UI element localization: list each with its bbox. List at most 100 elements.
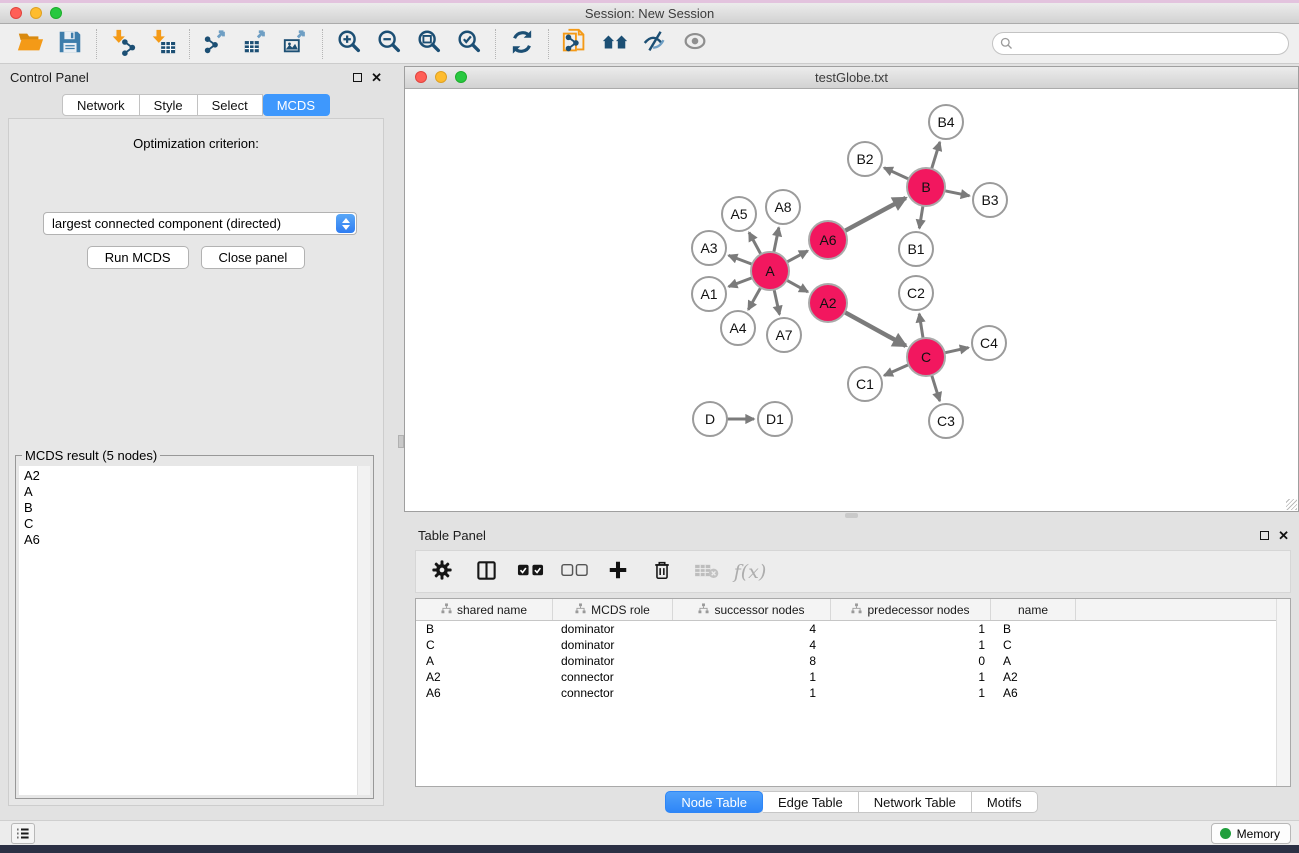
graph-node-A1[interactable]: A1 (691, 276, 727, 312)
graph-node-C3[interactable]: C3 (928, 403, 964, 439)
hide-graphics-details-button[interactable] (635, 27, 675, 61)
network-canvas[interactable]: B4B2BB3B1A5A8A6A3AA1C2A4A7A2CC1C4C3DD1 (405, 89, 1298, 511)
add-column-button[interactable] (600, 555, 636, 589)
graph-edge-A6-B[interactable] (844, 198, 906, 231)
graph-node-A2[interactable]: A2 (808, 283, 848, 323)
settings-gear-button[interactable] (424, 555, 460, 589)
graph-node-A5[interactable]: A5 (721, 196, 757, 232)
import-network-button[interactable] (103, 27, 143, 61)
graph-edge-A-A4[interactable] (748, 287, 761, 310)
graph-node-B2[interactable]: B2 (847, 141, 883, 177)
tab-mcds[interactable]: MCDS (263, 94, 330, 116)
column-header-successor-nodes[interactable]: successor nodes (673, 599, 831, 620)
graph-node-C1[interactable]: C1 (847, 366, 883, 402)
graph-edge-B-B3[interactable] (944, 191, 970, 196)
table-row[interactable]: Bdominator41B (416, 621, 1290, 637)
graph-edge-C-C2[interactable] (919, 314, 923, 339)
zoom-out-button[interactable] (369, 27, 409, 61)
table-cell[interactable]: dominator (553, 637, 673, 653)
graph-edge-B-B2[interactable] (884, 168, 910, 180)
graph-node-B3[interactable]: B3 (972, 182, 1008, 218)
table-cell[interactable]: 4 (673, 621, 831, 637)
table-cell[interactable]: A6 (416, 685, 553, 701)
zoom-window-button[interactable] (50, 7, 62, 19)
float-table-panel-icon[interactable] (1260, 531, 1269, 540)
graph-edge-A2-C[interactable] (844, 312, 906, 346)
graph-edge-C-C4[interactable] (944, 348, 969, 354)
table-cell[interactable]: 1 (831, 637, 991, 653)
graph-node-A7[interactable]: A7 (766, 317, 802, 353)
graph-node-A3[interactable]: A3 (691, 230, 727, 266)
graph-edge-C-C3[interactable] (931, 374, 939, 401)
table-cell[interactable]: C (416, 637, 553, 653)
memory-button[interactable]: Memory (1211, 823, 1291, 844)
mcds-result-item[interactable]: A2 (24, 468, 357, 484)
close-panel-button[interactable]: Close panel (201, 246, 306, 269)
tab-network[interactable]: Network (62, 94, 140, 116)
mcds-result-item[interactable]: A (24, 484, 357, 500)
run-mcds-button[interactable]: Run MCDS (87, 246, 189, 269)
column-layout-button[interactable] (468, 555, 504, 589)
delete-columns-button[interactable] (644, 555, 680, 589)
tab-style[interactable]: Style (140, 94, 198, 116)
first-neighbors-button[interactable] (595, 27, 635, 61)
save-session-button[interactable] (50, 27, 90, 61)
graph-node-C4[interactable]: C4 (971, 325, 1007, 361)
table-cell[interactable]: connector (553, 685, 673, 701)
table-cell[interactable]: 1 (831, 621, 991, 637)
tab-node-table[interactable]: Node Table (665, 791, 763, 813)
open-file-button[interactable] (10, 27, 50, 61)
export-table-button[interactable] (236, 27, 276, 61)
close-window-button[interactable] (10, 7, 22, 19)
network-close-button[interactable] (415, 71, 427, 83)
table-cell[interactable]: 1 (673, 685, 831, 701)
tab-network-table[interactable]: Network Table (859, 791, 972, 813)
criterion-select[interactable]: largest connected component (directed) (43, 212, 357, 235)
export-network-button[interactable] (196, 27, 236, 61)
column-header-mcds-role[interactable]: MCDS role (553, 599, 673, 620)
float-panel-icon[interactable] (353, 73, 362, 82)
zoom-selected-button[interactable] (449, 27, 489, 61)
graph-node-A8[interactable]: A8 (765, 189, 801, 225)
vertical-scrollbar-thumb[interactable] (398, 435, 404, 448)
table-row[interactable]: Adominator80A (416, 653, 1290, 669)
mcds-result-item[interactable]: A6 (24, 532, 357, 548)
search-box[interactable] (992, 32, 1289, 55)
table-cell[interactable]: 0 (831, 653, 991, 669)
close-table-panel-icon[interactable]: ✕ (1278, 531, 1289, 540)
mcds-result-item[interactable]: B (24, 500, 357, 516)
table-cell[interactable]: dominator (553, 653, 673, 669)
graph-node-A[interactable]: A (750, 251, 790, 291)
column-header-predecessor-nodes[interactable]: predecessor nodes (831, 599, 991, 620)
graph-edge-A-A3[interactable] (729, 255, 754, 264)
graph-node-C2[interactable]: C2 (898, 275, 934, 311)
result-list-scrollbar[interactable] (357, 466, 370, 795)
export-image-button[interactable] (276, 27, 316, 61)
table-cell[interactable]: 1 (831, 669, 991, 685)
zoom-in-button[interactable] (329, 27, 369, 61)
table-scrollbar[interactable] (1276, 599, 1290, 786)
graph-edge-B-B4[interactable] (931, 142, 940, 170)
tab-motifs[interactable]: Motifs (972, 791, 1038, 813)
graph-edge-A-A2[interactable] (786, 280, 808, 292)
graph-node-C[interactable]: C (906, 337, 946, 377)
table-cell[interactable]: 8 (673, 653, 831, 669)
close-panel-icon[interactable]: ✕ (371, 73, 382, 82)
graph-node-B[interactable]: B (906, 167, 946, 207)
graph-edge-C-C1[interactable] (884, 364, 909, 375)
zoom-fit-button[interactable] (409, 27, 449, 61)
table-cell[interactable]: 1 (831, 685, 991, 701)
show-graphics-details-button[interactable] (675, 27, 715, 61)
horizontal-scrollbar-thumb[interactable] (845, 513, 858, 518)
tab-select[interactable]: Select (198, 94, 263, 116)
table-cell[interactable]: 4 (673, 637, 831, 653)
table-cell[interactable]: B (416, 621, 553, 637)
search-input[interactable] (1013, 33, 1288, 54)
graph-node-A4[interactable]: A4 (720, 310, 756, 346)
network-zoom-button[interactable] (455, 71, 467, 83)
graph-node-B1[interactable]: B1 (898, 231, 934, 267)
tab-edge-table[interactable]: Edge Table (763, 791, 859, 813)
mcds-result-item[interactable]: C (24, 516, 357, 532)
graph-edge-A-A1[interactable] (729, 277, 754, 286)
graph-edge-B-B1[interactable] (919, 205, 923, 228)
